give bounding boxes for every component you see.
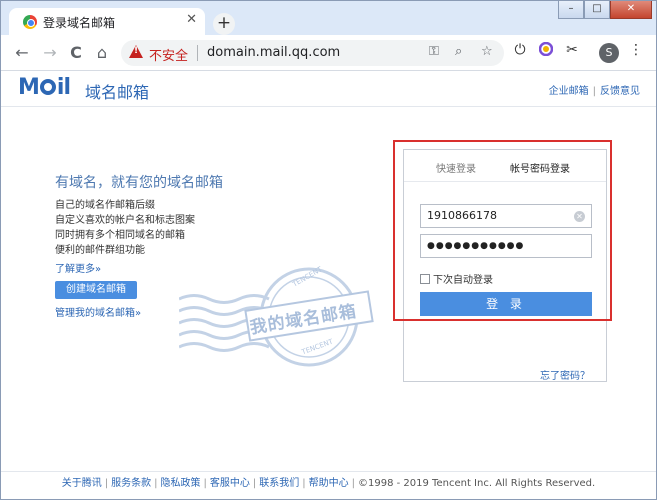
power-icon[interactable]: ⏻ bbox=[511, 42, 529, 58]
new-tab-button[interactable]: + bbox=[213, 13, 235, 35]
feature-item: 自定义喜欢的帐户名和标志图案 bbox=[55, 215, 195, 226]
url-text[interactable]: domain.mail.qq.com bbox=[207, 45, 340, 60]
footer-separator: | bbox=[302, 478, 306, 489]
highlight-box bbox=[393, 140, 612, 321]
learn-more-link[interactable]: 了解更多» bbox=[55, 260, 101, 275]
maximize-button[interactable]: □ bbox=[584, 1, 610, 19]
profile-avatar[interactable]: S bbox=[599, 43, 619, 63]
promo-headline: 有域名，就有您的域名邮箱 bbox=[55, 175, 223, 191]
feedback-link[interactable]: 反馈意见 bbox=[600, 86, 640, 97]
footer-link-about[interactable]: 关于腾讯 bbox=[62, 478, 102, 489]
footer-separator: | bbox=[351, 478, 356, 489]
search-icon[interactable]: ⌕ bbox=[455, 44, 462, 59]
logo-title: 域名邮箱 bbox=[85, 83, 150, 102]
feature-list: 自己的域名作邮箱后缀 自定义喜欢的帐户名和标志图案 同时拥有多个相同域名的邮箱 … bbox=[55, 198, 195, 258]
footer-link-contact[interactable]: 联系我们 bbox=[259, 478, 299, 489]
star-icon[interactable]: ☆ bbox=[481, 44, 493, 59]
address-bar[interactable]: 不安全 domain.mail.qq.com ⚿ ⌕ ☆ bbox=[121, 40, 504, 66]
tab-close-icon[interactable]: ✕ bbox=[186, 12, 197, 27]
copyright-text: ©1998 - 2019 Tencent Inc. All Rights Res… bbox=[358, 478, 596, 489]
footer-separator: | bbox=[154, 478, 158, 489]
extension-icon[interactable] bbox=[537, 41, 555, 60]
address-divider bbox=[197, 45, 198, 61]
minimize-button[interactable]: – bbox=[558, 1, 584, 19]
back-button[interactable]: ← bbox=[11, 42, 33, 64]
footer-link-support[interactable]: 客服中心 bbox=[210, 478, 250, 489]
close-window-button[interactable]: ✕ bbox=[610, 1, 652, 19]
scissors-icon[interactable]: ✂ bbox=[563, 42, 581, 58]
create-domain-mail-button[interactable]: 创建域名邮箱 bbox=[55, 281, 137, 299]
insecure-label[interactable]: 不安全 bbox=[149, 45, 188, 64]
tab-title: 登录域名邮箱 bbox=[43, 16, 116, 30]
manage-domain-mail-link[interactable]: 管理我的域名邮箱» bbox=[55, 304, 141, 319]
warning-icon bbox=[129, 45, 143, 58]
chrome-favicon-icon bbox=[23, 15, 37, 29]
header-links: 企业邮箱 | 反馈意见 bbox=[549, 82, 640, 97]
feature-item: 同时拥有多个相同域名的邮箱 bbox=[55, 230, 185, 241]
forward-button[interactable]: → bbox=[39, 42, 61, 64]
page-footer: 关于腾讯 | 服务条款 | 隐私政策 | 客服中心 | 联系我们 | 帮助中心 | ©1998 - 20… bbox=[1, 471, 656, 495]
header-separator: | bbox=[592, 86, 596, 97]
browser-window: 登录域名邮箱 ✕ + – □ ✕ ← → C ⌂ 不安全 domain.mail… bbox=[0, 0, 657, 500]
footer-link-privacy[interactable]: 隐私政策 bbox=[161, 478, 201, 489]
tab-bar: 登录域名邮箱 ✕ + – □ ✕ bbox=[1, 1, 656, 35]
browser-tab[interactable]: 登录域名邮箱 ✕ bbox=[9, 8, 205, 35]
mail-logo[interactable]: Mil bbox=[18, 75, 71, 100]
footer-separator: | bbox=[104, 478, 109, 489]
site-header: Mil 域名邮箱 企业邮箱 | 反馈意见 bbox=[1, 71, 656, 107]
browser-toolbar: ← → C ⌂ 不安全 domain.mail.qq.com ⚿ ⌕ ☆ bbox=[1, 35, 656, 71]
footer-separator: | bbox=[252, 478, 257, 489]
feature-item: 便利的邮件群组功能 bbox=[55, 245, 145, 256]
feature-item: 自己的域名作邮箱后缀 bbox=[55, 200, 155, 211]
forgot-password-link[interactable]: 忘了密码？ bbox=[540, 367, 590, 382]
kebab-menu-icon[interactable]: ⋮ bbox=[627, 42, 645, 58]
window-controls: – □ ✕ bbox=[558, 1, 652, 19]
reload-button[interactable]: C bbox=[65, 42, 87, 64]
footer-link-help[interactable]: 帮助中心 bbox=[309, 478, 349, 489]
footer-separator: | bbox=[203, 478, 207, 489]
home-button[interactable]: ⌂ bbox=[91, 42, 113, 64]
footer-link-terms[interactable]: 服务条款 bbox=[111, 478, 151, 489]
enterprise-mail-link[interactable]: 企业邮箱 bbox=[549, 86, 589, 97]
key-icon[interactable]: ⚿ bbox=[429, 44, 439, 59]
